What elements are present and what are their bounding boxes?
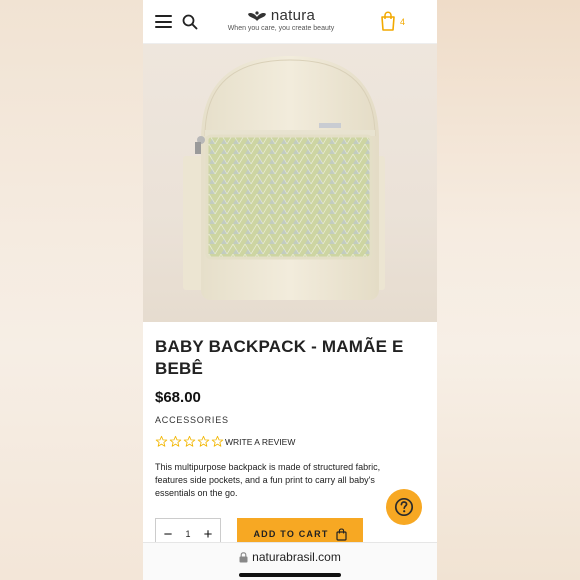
product-description: This multipurpose backpack is made of st… bbox=[155, 462, 381, 498]
product-category[interactable]: ACCESSORIES bbox=[155, 415, 425, 425]
url-text: naturabrasil.com bbox=[252, 550, 341, 564]
quantity-value[interactable]: 1 bbox=[185, 529, 190, 539]
backpack-illustration bbox=[183, 56, 385, 300]
background-blur-right bbox=[437, 0, 580, 580]
increment-button[interactable]: + bbox=[202, 526, 214, 543]
star-outline-icon bbox=[155, 435, 168, 447]
lock-icon bbox=[239, 551, 248, 562]
question-mark-icon bbox=[394, 497, 414, 517]
star-outline-icon bbox=[183, 435, 196, 447]
phone-screen: natura When you care, you create beauty … bbox=[143, 0, 437, 580]
decrement-button[interactable]: − bbox=[162, 526, 174, 543]
star-outline-icon bbox=[169, 435, 182, 447]
add-to-cart-label: ADD TO CART bbox=[253, 529, 329, 539]
home-indicator[interactable] bbox=[239, 573, 341, 577]
cart-count-badge: 4 bbox=[400, 17, 406, 27]
product-image[interactable] bbox=[143, 44, 437, 322]
background-blur-left bbox=[0, 0, 143, 580]
shopping-bag-icon[interactable] bbox=[380, 11, 396, 31]
star-outline-icon bbox=[197, 435, 210, 447]
site-header: natura When you care, you create beauty … bbox=[143, 0, 437, 44]
rating-stars[interactable] bbox=[155, 435, 224, 448]
logo-text: natura bbox=[270, 7, 316, 24]
help-button[interactable] bbox=[386, 489, 422, 525]
write-review-link[interactable]: WRITE A REVIEW bbox=[225, 437, 295, 447]
site-logo[interactable]: natura When you care, you create beauty bbox=[221, 7, 341, 32]
menu-icon[interactable] bbox=[155, 15, 172, 28]
natura-logo-icon bbox=[247, 10, 266, 21]
star-outline-icon bbox=[211, 435, 224, 447]
search-icon[interactable] bbox=[182, 14, 198, 30]
browser-url-bar[interactable]: naturabrasil.com bbox=[143, 542, 437, 580]
product-title: BABY BACKPACK - MAMÃE E BEBÊ bbox=[155, 337, 404, 378]
product-info: BABY BACKPACK - MAMÃE E BEBÊ $68.00 ACCE… bbox=[155, 336, 425, 500]
rating-row: WRITE A REVIEW bbox=[155, 435, 425, 448]
tagline: When you care, you create beauty bbox=[227, 25, 335, 32]
product-price: $68.00 bbox=[155, 389, 201, 406]
bag-icon bbox=[335, 527, 347, 541]
